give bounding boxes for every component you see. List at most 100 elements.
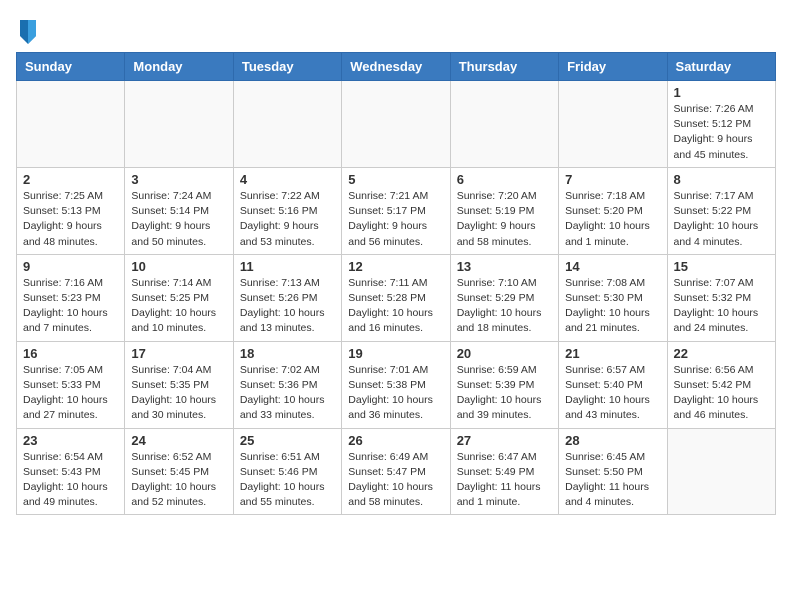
day-number: 3 — [131, 172, 226, 187]
day-cell: 6 Sunrise: 7:20 AM Sunset: 5:19 PM Daylig… — [450, 167, 558, 254]
day-header-friday: Friday — [559, 53, 667, 81]
day-info: Sunrise: 7:08 AM Sunset: 5:30 PM Dayligh… — [565, 276, 660, 337]
day-info: Sunrise: 7:18 AM Sunset: 5:20 PM Dayligh… — [565, 189, 660, 250]
week-row-2: 9 Sunrise: 7:16 AM Sunset: 5:23 PM Daylig… — [17, 254, 776, 341]
logo-icon — [18, 16, 38, 44]
day-number: 2 — [23, 172, 118, 187]
day-cell — [125, 81, 233, 168]
day-cell: 3 Sunrise: 7:24 AM Sunset: 5:14 PM Daylig… — [125, 167, 233, 254]
day-header-monday: Monday — [125, 53, 233, 81]
day-cell: 14 Sunrise: 7:08 AM Sunset: 5:30 PM Dayli… — [559, 254, 667, 341]
day-info: Sunrise: 7:25 AM Sunset: 5:13 PM Dayligh… — [23, 189, 118, 250]
calendar: SundayMondayTuesdayWednesdayThursdayFrid… — [16, 52, 776, 515]
day-info: Sunrise: 7:11 AM Sunset: 5:28 PM Dayligh… — [348, 276, 443, 337]
day-number: 16 — [23, 346, 118, 361]
day-cell: 17 Sunrise: 7:04 AM Sunset: 5:35 PM Dayli… — [125, 341, 233, 428]
day-info: Sunrise: 6:57 AM Sunset: 5:40 PM Dayligh… — [565, 363, 660, 424]
day-info: Sunrise: 6:47 AM Sunset: 5:49 PM Dayligh… — [457, 450, 552, 511]
day-number: 22 — [674, 346, 769, 361]
logo-general — [16, 16, 38, 44]
day-cell — [233, 81, 341, 168]
week-row-4: 23 Sunrise: 6:54 AM Sunset: 5:43 PM Dayli… — [17, 428, 776, 515]
day-number: 20 — [457, 346, 552, 361]
day-header-wednesday: Wednesday — [342, 53, 450, 81]
day-header-saturday: Saturday — [667, 53, 775, 81]
day-info: Sunrise: 7:16 AM Sunset: 5:23 PM Dayligh… — [23, 276, 118, 337]
day-cell — [667, 428, 775, 515]
day-number: 11 — [240, 259, 335, 274]
day-number: 5 — [348, 172, 443, 187]
day-cell — [559, 81, 667, 168]
day-info: Sunrise: 6:54 AM Sunset: 5:43 PM Dayligh… — [23, 450, 118, 511]
day-number: 4 — [240, 172, 335, 187]
day-info: Sunrise: 7:20 AM Sunset: 5:19 PM Dayligh… — [457, 189, 552, 250]
calendar-header-row: SundayMondayTuesdayWednesdayThursdayFrid… — [17, 53, 776, 81]
day-number: 17 — [131, 346, 226, 361]
day-cell: 26Sunrise: 6:49 AM Sunset: 5:47 PM Dayli… — [342, 428, 450, 515]
week-row-0: 1Sunrise: 7:26 AM Sunset: 5:12 PM Daylig… — [17, 81, 776, 168]
day-cell: 20 Sunrise: 6:59 AM Sunset: 5:39 PM Dayli… — [450, 341, 558, 428]
day-info: Sunrise: 6:52 AM Sunset: 5:45 PM Dayligh… — [131, 450, 226, 511]
day-cell: 4 Sunrise: 7:22 AM Sunset: 5:16 PM Daylig… — [233, 167, 341, 254]
calendar-body: 1Sunrise: 7:26 AM Sunset: 5:12 PM Daylig… — [17, 81, 776, 515]
day-info: Sunrise: 7:24 AM Sunset: 5:14 PM Dayligh… — [131, 189, 226, 250]
day-cell: 18Sunrise: 7:02 AM Sunset: 5:36 PM Dayli… — [233, 341, 341, 428]
day-number: 1 — [674, 85, 769, 100]
day-info: Sunrise: 7:14 AM Sunset: 5:25 PM Dayligh… — [131, 276, 226, 337]
day-cell: 10 Sunrise: 7:14 AM Sunset: 5:25 PM Dayli… — [125, 254, 233, 341]
day-cell: 5 Sunrise: 7:21 AM Sunset: 5:17 PM Daylig… — [342, 167, 450, 254]
day-number: 25 — [240, 433, 335, 448]
day-cell: 16 Sunrise: 7:05 AM Sunset: 5:33 PM Dayli… — [17, 341, 125, 428]
day-info: Sunrise: 7:01 AM Sunset: 5:38 PM Dayligh… — [348, 363, 443, 424]
day-cell: 28 Sunrise: 6:45 AM Sunset: 5:50 PM Dayli… — [559, 428, 667, 515]
day-info: Sunrise: 6:56 AM Sunset: 5:42 PM Dayligh… — [674, 363, 769, 424]
day-info: Sunrise: 7:13 AM Sunset: 5:26 PM Dayligh… — [240, 276, 335, 337]
day-info: Sunrise: 7:21 AM Sunset: 5:17 PM Dayligh… — [348, 189, 443, 250]
day-cell: 27 Sunrise: 6:47 AM Sunset: 5:49 PM Dayli… — [450, 428, 558, 515]
logo-text — [16, 16, 38, 42]
day-info: Sunrise: 7:07 AM Sunset: 5:32 PM Dayligh… — [674, 276, 769, 337]
day-header-tuesday: Tuesday — [233, 53, 341, 81]
day-info: Sunrise: 6:59 AM Sunset: 5:39 PM Dayligh… — [457, 363, 552, 424]
day-number: 10 — [131, 259, 226, 274]
day-number: 24 — [131, 433, 226, 448]
day-info: Sunrise: 6:49 AM Sunset: 5:47 PM Dayligh… — [348, 450, 443, 511]
day-number: 28 — [565, 433, 660, 448]
day-info: Sunrise: 6:45 AM Sunset: 5:50 PM Dayligh… — [565, 450, 660, 511]
day-cell: 22 Sunrise: 6:56 AM Sunset: 5:42 PM Dayli… — [667, 341, 775, 428]
day-info: Sunrise: 7:17 AM Sunset: 5:22 PM Dayligh… — [674, 189, 769, 250]
day-number: 23 — [23, 433, 118, 448]
day-info: Sunrise: 7:10 AM Sunset: 5:29 PM Dayligh… — [457, 276, 552, 337]
day-cell: 23 Sunrise: 6:54 AM Sunset: 5:43 PM Dayli… — [17, 428, 125, 515]
day-cell — [17, 81, 125, 168]
day-cell: 12Sunrise: 7:11 AM Sunset: 5:28 PM Dayli… — [342, 254, 450, 341]
day-number: 9 — [23, 259, 118, 274]
day-info: Sunrise: 7:04 AM Sunset: 5:35 PM Dayligh… — [131, 363, 226, 424]
header — [16, 16, 776, 42]
day-cell: 2 Sunrise: 7:25 AM Sunset: 5:13 PM Daylig… — [17, 167, 125, 254]
day-cell: 11 Sunrise: 7:13 AM Sunset: 5:26 PM Dayli… — [233, 254, 341, 341]
day-number: 15 — [674, 259, 769, 274]
day-number: 13 — [457, 259, 552, 274]
day-cell — [342, 81, 450, 168]
day-number: 19 — [348, 346, 443, 361]
day-number: 6 — [457, 172, 552, 187]
day-cell: 21 Sunrise: 6:57 AM Sunset: 5:40 PM Dayli… — [559, 341, 667, 428]
day-cell: 25 Sunrise: 6:51 AM Sunset: 5:46 PM Dayli… — [233, 428, 341, 515]
day-info: Sunrise: 7:05 AM Sunset: 5:33 PM Dayligh… — [23, 363, 118, 424]
day-cell: 9 Sunrise: 7:16 AM Sunset: 5:23 PM Daylig… — [17, 254, 125, 341]
logo — [16, 16, 38, 42]
day-header-sunday: Sunday — [17, 53, 125, 81]
day-info: Sunrise: 6:51 AM Sunset: 5:46 PM Dayligh… — [240, 450, 335, 511]
day-cell — [450, 81, 558, 168]
day-number: 27 — [457, 433, 552, 448]
day-info: Sunrise: 7:02 AM Sunset: 5:36 PM Dayligh… — [240, 363, 335, 424]
day-header-thursday: Thursday — [450, 53, 558, 81]
day-cell: 24 Sunrise: 6:52 AM Sunset: 5:45 PM Dayli… — [125, 428, 233, 515]
day-number: 14 — [565, 259, 660, 274]
day-number: 21 — [565, 346, 660, 361]
day-cell: 19 Sunrise: 7:01 AM Sunset: 5:38 PM Dayli… — [342, 341, 450, 428]
day-info: Sunrise: 7:22 AM Sunset: 5:16 PM Dayligh… — [240, 189, 335, 250]
week-row-1: 2 Sunrise: 7:25 AM Sunset: 5:13 PM Daylig… — [17, 167, 776, 254]
day-cell: 15 Sunrise: 7:07 AM Sunset: 5:32 PM Dayli… — [667, 254, 775, 341]
